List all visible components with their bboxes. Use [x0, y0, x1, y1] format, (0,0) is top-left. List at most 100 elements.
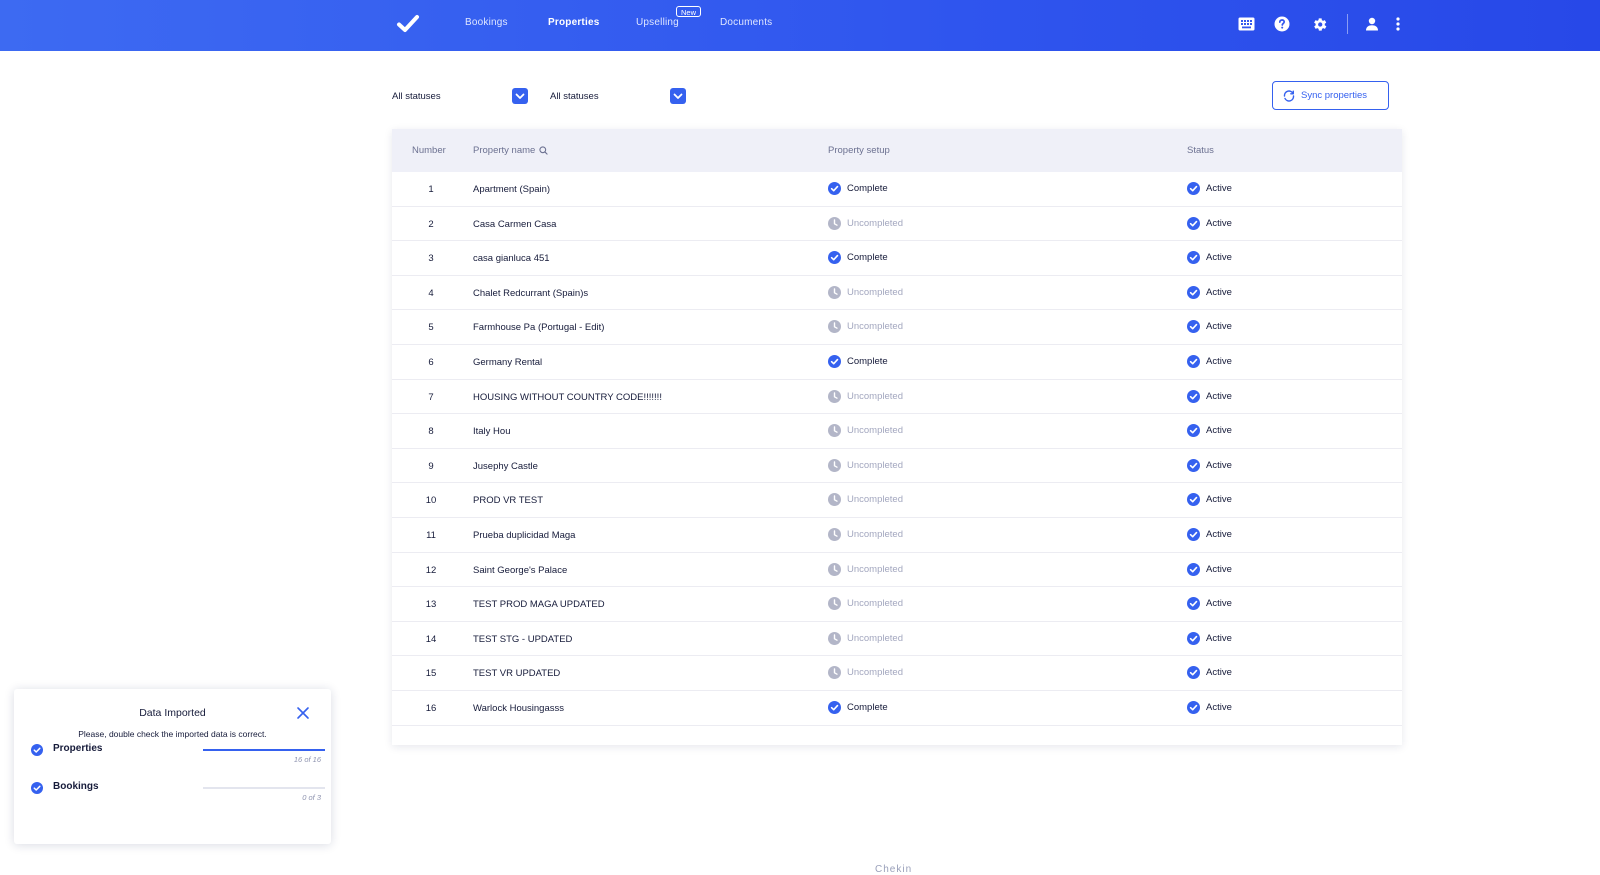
table-row[interactable]: 13 TEST PROD MAGA UPDATED Uncompleted Activ…: [392, 587, 1402, 622]
row-property-name[interactable]: Apartment (Spain): [473, 184, 550, 195]
row-status-label: Active: [1206, 356, 1232, 367]
table-row[interactable]: 1 Apartment (Spain) Complete Active: [392, 172, 1402, 207]
row-status-label: Active: [1206, 598, 1232, 610]
table-row[interactable]: 2 Casa Carmen Casa Uncompleted Active: [392, 207, 1402, 242]
table-row[interactable]: 5 Farmhouse Pa (Portugal - Edit) Uncomplet…: [392, 310, 1402, 345]
check-circle-icon: [1187, 458, 1200, 472]
check-circle-icon: [1187, 528, 1200, 541]
row-setup-label: Uncompleted: [847, 667, 903, 679]
clock-icon: [828, 389, 841, 403]
row-property-name[interactable]: Germany Rental: [473, 357, 542, 368]
nav-documents[interactable]: Documents: [720, 17, 772, 28]
row-property-setup: Uncompleted: [828, 389, 903, 403]
nav-bookings[interactable]: Bookings: [465, 17, 508, 28]
row-setup-label: Complete: [847, 252, 888, 264]
table-row[interactable]: 16 Warlock Housingasss Complete Active: [392, 691, 1402, 726]
table-row[interactable]: 11 Prueba duplicidad Maga Uncompleted Activ…: [392, 518, 1402, 553]
gear-icon[interactable]: [1309, 14, 1329, 34]
user-icon[interactable]: [1362, 14, 1382, 34]
sync-properties-button[interactable]: Sync properties: [1272, 81, 1389, 110]
data-imported-toast: Data Imported Please, double check the i…: [14, 689, 331, 844]
clock-icon: [828, 528, 841, 541]
row-property-name[interactable]: Farmhouse Pa (Portugal - Edit): [473, 322, 604, 333]
row-status: Active: [1187, 666, 1232, 680]
row-status: Active: [1187, 493, 1232, 507]
clock-icon: [828, 597, 841, 611]
table-row[interactable]: 9 Jusephy Castle Uncompleted Active: [392, 449, 1402, 484]
check-circle-icon: [1187, 597, 1200, 611]
row-status-label: Active: [1206, 632, 1232, 644]
toast-title: Data Imported: [139, 707, 206, 719]
row-property-name[interactable]: casa gianluca 451: [473, 253, 550, 264]
row-status: Active: [1187, 562, 1232, 576]
row-status-label: Active: [1206, 390, 1232, 402]
check-circle-icon: [1187, 562, 1200, 576]
row-setup-label: Uncompleted: [847, 286, 903, 298]
row-property-name[interactable]: TEST PROD MAGA UPDATED: [473, 599, 605, 610]
table-row[interactable]: 10 PROD VR TEST Uncompleted Active: [392, 483, 1402, 518]
row-setup-label: Uncompleted: [847, 632, 903, 644]
row-property-name[interactable]: Italy Hou: [473, 426, 511, 437]
table-row[interactable]: 4 Chalet Redcurrant (Spain)s Uncompleted Ac…: [392, 276, 1402, 311]
table-row[interactable]: 8 Italy Hou Uncompleted Active: [392, 414, 1402, 449]
row-property-name[interactable]: Jusephy Castle: [473, 461, 538, 472]
row-property-name[interactable]: PROD VR TEST: [473, 495, 543, 506]
row-property-name[interactable]: TEST STG - UPDATED: [473, 634, 572, 645]
search-icon[interactable]: [539, 146, 548, 155]
more-vertical-icon[interactable]: [1388, 14, 1408, 34]
table-row[interactable]: 14 TEST STG - UPDATED Uncompleted Active: [392, 622, 1402, 657]
row-property-name[interactable]: Saint George's Palace: [473, 565, 567, 576]
keyboard-icon[interactable]: [1236, 14, 1256, 34]
row-status: Active: [1187, 458, 1232, 472]
row-status-label: Active: [1206, 494, 1232, 506]
row-setup-label: Complete: [847, 183, 888, 194]
row-property-name[interactable]: Casa Carmen Casa: [473, 219, 556, 230]
row-status: Active: [1187, 389, 1232, 403]
top-bar-divider: [1347, 14, 1348, 34]
clock-icon: [828, 458, 841, 472]
clock-icon: [828, 424, 841, 438]
row-property-name[interactable]: HOUSING WITHOUT COUNTRY CODE!!!!!!!: [473, 392, 662, 403]
status-filter-2[interactable]: All statuses: [550, 87, 690, 105]
row-number: 11: [426, 530, 436, 541]
chevron-down-icon[interactable]: [670, 88, 686, 104]
header-property-name[interactable]: Property name: [473, 145, 548, 156]
toast-item-label: Bookings: [53, 781, 99, 792]
chevron-down-icon[interactable]: [512, 88, 528, 104]
help-icon[interactable]: [1272, 14, 1292, 34]
footer-brand-logo: Chekin: [875, 864, 913, 875]
check-circle-icon: [828, 701, 841, 714]
row-setup-label: Uncompleted: [847, 321, 903, 333]
toast-item-properties: Properties 16 of 16: [31, 742, 325, 772]
row-status-label: Active: [1206, 252, 1232, 264]
row-property-name[interactable]: Warlock Housingasss: [473, 703, 564, 714]
app-logo-check-icon[interactable]: [396, 12, 420, 36]
row-property-setup: Uncompleted: [828, 424, 903, 438]
row-setup-label: Uncompleted: [847, 425, 903, 437]
row-status-label: Active: [1206, 425, 1232, 437]
table-row[interactable]: 6 Germany Rental Complete Active: [392, 345, 1402, 380]
close-icon[interactable]: [295, 705, 311, 721]
table-row[interactable]: 7 HOUSING WITHOUT COUNTRY CODE!!!!!!! Unco…: [392, 380, 1402, 415]
row-status: Active: [1187, 701, 1232, 714]
nav-upselling[interactable]: Upselling: [636, 17, 679, 28]
table-row[interactable]: 3 casa gianluca 451 Complete Active: [392, 241, 1402, 276]
check-circle-icon: [1187, 216, 1200, 230]
check-circle-icon: [1187, 631, 1200, 645]
row-property-setup: Uncompleted: [828, 493, 903, 507]
row-status: Active: [1187, 216, 1232, 230]
check-circle-icon: [1187, 355, 1200, 368]
row-number: 5: [428, 322, 434, 334]
row-property-name[interactable]: TEST VR UPDATED: [473, 668, 560, 679]
table-row[interactable]: 15 TEST VR UPDATED Uncompleted Active: [392, 656, 1402, 691]
row-property-setup: Uncompleted: [828, 320, 903, 334]
table-row[interactable]: 12 Saint George's Palace Uncompleted Active: [392, 553, 1402, 588]
row-property-name[interactable]: Prueba duplicidad Maga: [473, 530, 575, 541]
status-filter-1-label: All statuses: [392, 91, 441, 102]
row-property-setup: Uncompleted: [828, 597, 903, 611]
row-number: 4: [428, 287, 434, 299]
status-filter-1[interactable]: All statuses: [392, 87, 532, 105]
nav-properties[interactable]: Properties: [548, 17, 599, 28]
row-property-name[interactable]: Chalet Redcurrant (Spain)s: [473, 288, 588, 299]
row-number: 7: [428, 391, 434, 403]
